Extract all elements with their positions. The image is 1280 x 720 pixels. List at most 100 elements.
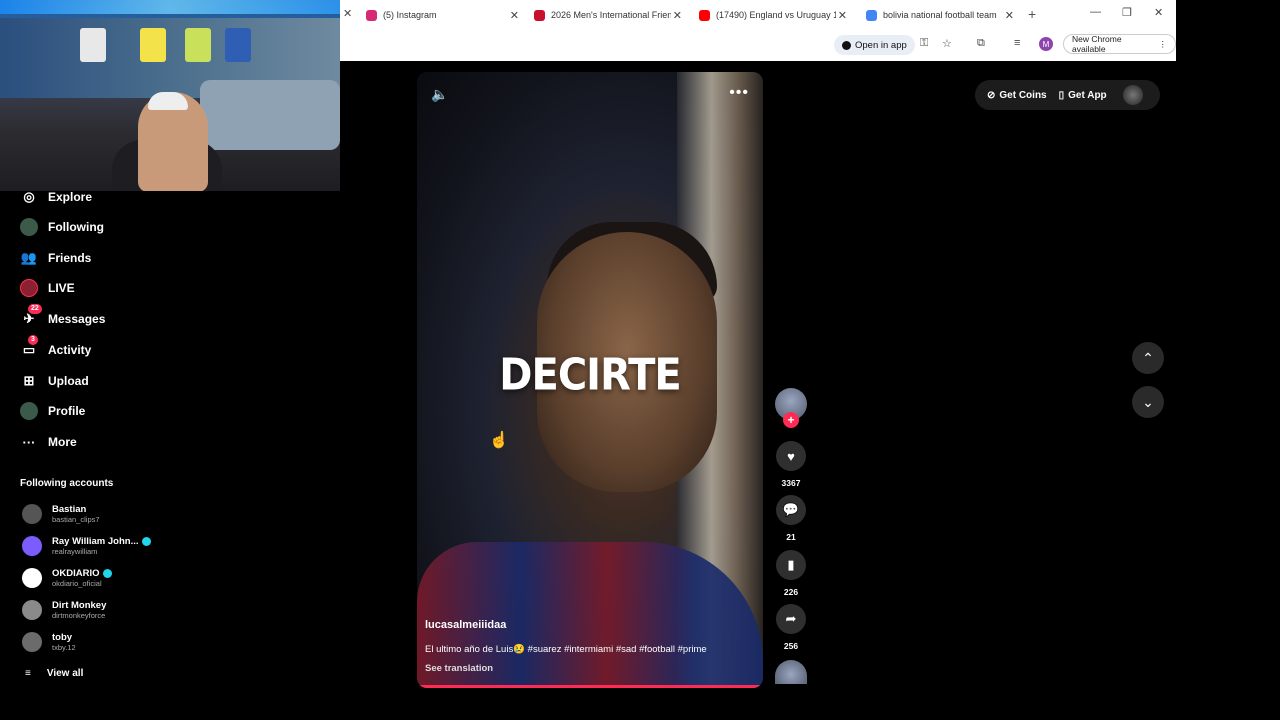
following-accounts-title: Following accounts — [20, 478, 114, 489]
account-name: Bastian — [52, 504, 100, 515]
account-handle: dirtmonkeyforce — [52, 611, 106, 620]
activity-icon: ▭ 3 — [20, 335, 38, 359]
close-icon[interactable]: ✕ — [343, 7, 352, 20]
save-count: 226 — [783, 587, 799, 597]
extensions-icon[interactable]: ⧉ — [977, 37, 985, 50]
jersey-image — [185, 28, 211, 62]
account-handle: okdiario_oficial — [52, 579, 102, 588]
sound-disc-avatar[interactable] — [775, 660, 807, 684]
phone-icon: ▯ — [1058, 89, 1065, 101]
profile-avatar[interactable]: M — [1039, 37, 1053, 51]
account-name-text: Dirt Monkey — [52, 600, 107, 611]
upload-icon: ⊞ — [23, 373, 35, 388]
account-name: Dirt Monkey — [52, 600, 106, 611]
following-account[interactable]: OKDIARIO okdiario_oficial — [22, 564, 112, 592]
following-account[interactable]: Bastian bastian_clips7 — [22, 500, 100, 528]
video-progress-bar[interactable] — [417, 685, 763, 688]
following-avatar-icon: ● — [20, 218, 38, 236]
live-icon: ● — [20, 279, 38, 297]
following-account[interactable]: Dirt Monkey dirtmonkeyforce — [22, 596, 106, 624]
follow-plus-icon[interactable]: + — [783, 412, 799, 428]
account-text: Ray William John... realraywilliam — [52, 536, 151, 556]
get-app-button[interactable]: ▯ Get App — [1059, 90, 1107, 101]
notification-badge: 3 — [28, 335, 38, 345]
video-author[interactable]: lucasalmeiiidaa — [425, 619, 506, 631]
following-account[interactable]: toby txby.12 — [22, 628, 76, 656]
see-translation-link[interactable]: See translation — [425, 663, 493, 674]
sidebar-item-messages[interactable]: ✈ 22 Messages — [20, 304, 105, 330]
instagram-icon — [366, 9, 377, 21]
close-icon[interactable]: ✕ — [673, 9, 682, 22]
sidebar-item-more[interactable]: ··· More — [20, 431, 77, 453]
video-player[interactable]: DECIRTE 🔈 ••• ☝ lucasalmeiiidaa El ultim… — [417, 72, 763, 688]
sidebar-item-label: Explore — [48, 190, 93, 204]
compass-icon: ◎ — [23, 189, 35, 204]
comment-button[interactable]: 💬 — [776, 495, 806, 525]
chevron-down-icon: ⌄ — [1142, 393, 1154, 410]
like-button[interactable]: ♥ — [776, 441, 806, 471]
kebab-menu-icon: ⋮ — [1158, 38, 1168, 49]
comment-icon: 💬 — [782, 502, 800, 517]
sidebar-item-upload[interactable]: ⊞ Upload — [20, 370, 89, 392]
friends-icon: 👥 — [20, 250, 38, 265]
sidebar-item-activity[interactable]: ▭ 3 Activity — [20, 335, 92, 361]
minimize-icon[interactable]: — — [1090, 6, 1101, 18]
comment-count: 21 — [786, 532, 796, 542]
close-icon[interactable]: ✕ — [838, 9, 847, 22]
youtube-icon — [699, 9, 710, 21]
browser-tab[interactable]: bolivia national football team ✕ — [858, 4, 1018, 26]
sidebar-item-following[interactable]: ● Following — [20, 216, 104, 238]
open-in-app-button[interactable]: Open in app — [834, 35, 915, 55]
account-name-text: Ray William John... — [52, 536, 139, 547]
account-name: toby — [52, 632, 76, 643]
new-chrome-button[interactable]: New Chrome available ⋮ — [1063, 34, 1176, 54]
account-name-text: OKDIARIO — [52, 568, 100, 579]
following-account[interactable]: Ray William John... realraywilliam — [22, 532, 151, 560]
previous-video-button[interactable]: ⌃ — [1132, 342, 1164, 374]
more-options-icon[interactable]: ••• — [729, 84, 749, 102]
media-controls-icon[interactable]: ≡ — [1014, 37, 1020, 49]
volume-icon[interactable]: 🔈 — [431, 86, 448, 103]
sidebar-item-label: Friends — [48, 251, 92, 265]
browser-tab[interactable]: (5) Instagram ✕ — [358, 4, 523, 26]
profile-avatar-icon: ● — [20, 402, 38, 420]
close-icon[interactable]: ✕ — [510, 9, 519, 22]
bookmark-star-icon[interactable]: ☆ — [942, 37, 952, 50]
browser-tab[interactable]: 2026 Men's International Frienc ✕ — [526, 4, 686, 26]
messages-icon: ✈ 22 — [20, 304, 42, 328]
account-name: Ray William John... — [52, 536, 151, 547]
sidebar-item-label: Profile — [48, 404, 86, 418]
close-window-icon[interactable]: ✕ — [1154, 6, 1163, 19]
share-icon: ➦ — [785, 611, 797, 626]
sidebar-item-label: More — [48, 435, 77, 449]
sidebar-item-label: Activity — [48, 343, 92, 357]
restore-icon[interactable]: ❐ — [1122, 6, 1132, 19]
coin-icon: ⊘ — [987, 89, 996, 101]
site-icon — [534, 9, 545, 21]
sidebar-item-friends[interactable]: 👥 Friends — [20, 247, 91, 269]
view-all-button[interactable]: ≡ View all — [25, 668, 83, 679]
browser-tab[interactable]: (17490) England vs Uruguay 1- ✕ — [691, 4, 851, 26]
list-icon: ≡ — [25, 668, 31, 679]
close-icon[interactable]: ✕ — [1005, 9, 1014, 22]
next-video-button[interactable]: ⌄ — [1132, 386, 1164, 418]
avatar — [22, 632, 42, 652]
screen: ✕ (5) Instagram ✕ 2026 Men's Internation… — [0, 0, 1280, 720]
avatar — [22, 536, 42, 556]
get-coins-button[interactable]: ⊘ Get Coins — [987, 90, 1047, 101]
notification-badge: 22 — [28, 304, 42, 314]
account-handle: realraywilliam — [52, 547, 98, 556]
sidebar-item-explore[interactable]: ◎ Explore — [20, 186, 92, 208]
heart-icon: ♥ — [787, 448, 795, 464]
save-button[interactable]: ▮ — [776, 550, 806, 580]
google-icon — [866, 9, 877, 21]
account-name-text: toby — [52, 632, 73, 643]
account-text: OKDIARIO okdiario_oficial — [52, 568, 112, 588]
tab-bar: ✕ (5) Instagram ✕ 2026 Men's Internation… — [340, 0, 1176, 29]
sidebar-item-profile[interactable]: ● Profile — [20, 400, 85, 422]
new-tab-icon[interactable]: + — [1028, 6, 1036, 22]
share-button[interactable]: ➦ — [776, 604, 806, 634]
sidebar-item-live[interactable]: ● LIVE — [20, 277, 75, 299]
password-key-icon[interactable]: ⚿ — [920, 37, 928, 50]
user-avatar[interactable] — [1122, 85, 1143, 105]
